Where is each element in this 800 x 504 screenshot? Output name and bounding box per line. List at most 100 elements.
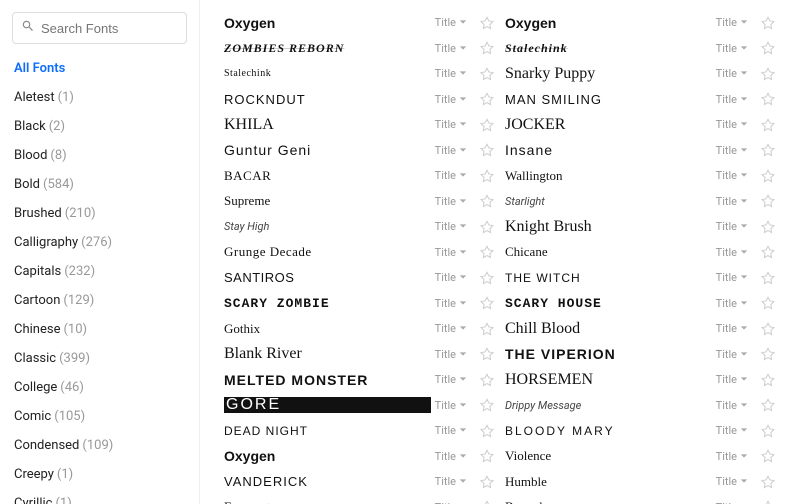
category-item[interactable]: Comic(105) [0,402,195,431]
font-name[interactable]: JOCKER [505,116,712,134]
title-dropdown[interactable]: Title [431,475,471,488]
title-dropdown[interactable]: Title [712,297,752,310]
title-dropdown[interactable]: Title [431,297,471,310]
font-name[interactable]: Snarky Puppy [505,65,712,83]
title-dropdown[interactable]: Title [431,220,471,233]
title-dropdown[interactable]: Title [431,144,471,157]
favorite-star-icon[interactable] [479,244,495,260]
font-name[interactable]: BLOODY MARY [505,424,712,438]
title-dropdown[interactable]: Title [712,67,752,80]
font-name[interactable]: Blank River [224,345,431,363]
font-name[interactable]: Humble [505,474,712,490]
title-dropdown[interactable]: Title [712,450,752,463]
title-dropdown[interactable]: Title [431,373,471,386]
search-input[interactable] [41,21,217,36]
favorite-star-icon[interactable] [760,168,776,184]
font-name[interactable]: SANTIROS [224,270,431,285]
category-item[interactable]: Cartoon(129) [0,286,195,315]
font-name[interactable]: KHILA [224,116,431,134]
font-name[interactable]: Stay High [224,220,431,233]
category-item[interactable]: Classic(399) [0,344,195,373]
favorite-star-icon[interactable] [760,40,776,56]
title-dropdown[interactable]: Title [712,118,752,131]
title-dropdown[interactable]: Title [712,144,752,157]
font-name[interactable]: Chicane [505,244,712,260]
favorite-star-icon[interactable] [479,219,495,235]
font-name[interactable]: Wallington [505,168,712,184]
favorite-star-icon[interactable] [479,193,495,209]
favorite-star-icon[interactable] [479,372,495,388]
favorite-star-icon[interactable] [479,346,495,362]
favorite-star-icon[interactable] [760,321,776,337]
title-dropdown[interactable]: Title [431,16,471,29]
title-dropdown[interactable]: Title [712,16,752,29]
font-name[interactable]: Scary Zombie [224,296,431,311]
favorite-star-icon[interactable] [479,66,495,82]
favorite-star-icon[interactable] [760,295,776,311]
title-dropdown[interactable]: Title [712,424,752,437]
font-name[interactable]: Oxygen [505,15,712,31]
category-item[interactable]: Cyrillic(1) [0,489,195,504]
font-name[interactable]: GORE [224,397,431,413]
font-name[interactable]: Starlight [505,195,712,208]
title-dropdown[interactable]: Title [431,93,471,106]
title-dropdown[interactable]: Title [431,118,471,131]
font-name[interactable]: Violence [505,448,712,464]
category-item[interactable]: Calligraphy(276) [0,228,195,257]
category-item[interactable]: Bold(584) [0,170,195,199]
search-box[interactable] [12,12,187,44]
favorite-star-icon[interactable] [479,168,495,184]
category-item[interactable]: Black(2) [0,112,195,141]
font-name[interactable]: The Viperion [505,346,712,362]
favorite-star-icon[interactable] [760,423,776,439]
favorite-star-icon[interactable] [760,474,776,490]
font-name[interactable]: SCARY HOUSE [505,296,712,311]
font-name[interactable]: Knight Brush [505,218,712,236]
font-name[interactable]: ZOMBIES REBORN [224,41,431,56]
title-dropdown[interactable]: Title [431,195,471,208]
category-item[interactable]: Brushed(210) [0,199,195,228]
font-name[interactable]: DEAD NIGHT [224,424,431,438]
favorite-star-icon[interactable] [760,66,776,82]
favorite-star-icon[interactable] [479,321,495,337]
favorite-star-icon[interactable] [479,499,495,504]
font-name[interactable]: Encounter [224,499,431,504]
font-name[interactable]: VANDERICK [224,474,431,489]
category-item[interactable]: All Fonts [0,54,195,83]
favorite-star-icon[interactable] [760,372,776,388]
category-item[interactable]: Condensed(109) [0,431,195,460]
title-dropdown[interactable]: Title [712,399,752,412]
title-dropdown[interactable]: Title [431,424,471,437]
title-dropdown[interactable]: Title [431,450,471,463]
font-name[interactable]: Grunge Decade [224,244,431,260]
font-name[interactable]: Supreme [224,193,431,209]
title-dropdown[interactable]: Title [431,322,471,335]
title-dropdown[interactable]: Title [712,169,752,182]
favorite-star-icon[interactable] [760,193,776,209]
title-dropdown[interactable]: Title [712,271,752,284]
favorite-star-icon[interactable] [479,295,495,311]
favorite-star-icon[interactable] [479,423,495,439]
favorite-star-icon[interactable] [479,448,495,464]
title-dropdown[interactable]: Title [712,195,752,208]
font-name[interactable]: Drippy Message [505,399,712,412]
font-name[interactable]: BACAR [224,168,431,184]
favorite-star-icon[interactable] [479,474,495,490]
favorite-star-icon[interactable] [479,270,495,286]
favorite-star-icon[interactable] [760,142,776,158]
category-item[interactable]: Blood(8) [0,141,195,170]
font-name[interactable]: MAN SMILING [505,92,712,107]
favorite-star-icon[interactable] [760,244,776,260]
category-list[interactable]: All FontsAletest(1)Black(2)Blood(8)Bold(… [0,54,199,504]
title-dropdown[interactable]: Title [431,67,471,80]
category-item[interactable]: Creepy(1) [0,460,195,489]
favorite-star-icon[interactable] [760,499,776,504]
favorite-star-icon[interactable] [760,15,776,31]
font-name[interactable]: HORSEMEN [505,371,712,389]
favorite-star-icon[interactable] [479,142,495,158]
favorite-star-icon[interactable] [760,117,776,133]
title-dropdown[interactable]: Title [431,271,471,284]
title-dropdown[interactable]: Title [712,475,752,488]
title-dropdown[interactable]: Title [431,169,471,182]
favorite-star-icon[interactable] [760,270,776,286]
